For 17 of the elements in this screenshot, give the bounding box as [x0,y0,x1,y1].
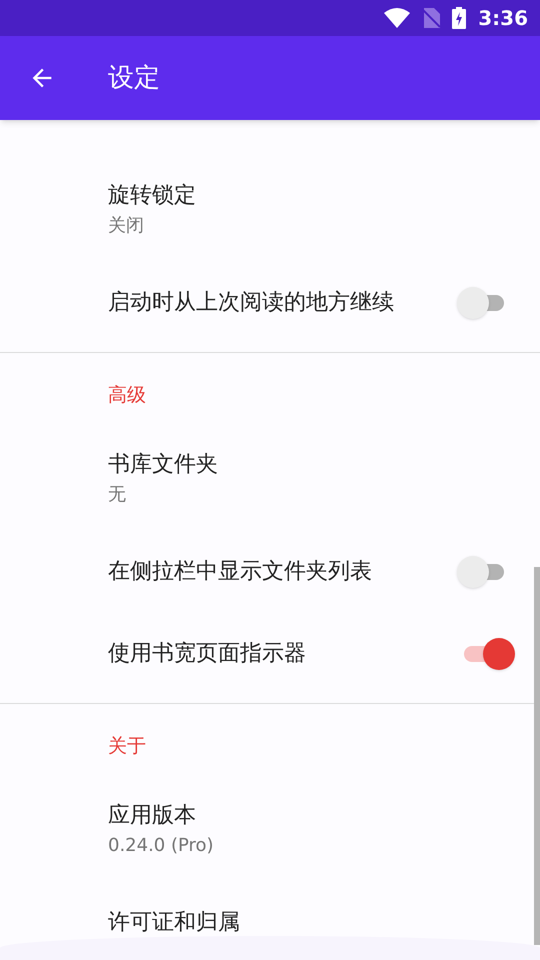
setting-title: 在侧拉栏中显示文件夹列表 [108,558,372,586]
status-time: 3:36 [478,5,528,32]
section-header: 关于 [108,734,146,759]
setting-summary: 关闭 [108,214,145,238]
setting-title: 书库文件夹 [108,451,219,479]
no-sim-icon [422,8,440,28]
setting-title: 应用版本 [108,802,197,830]
setting-summary: 无 [108,483,127,507]
setting-summary: 0.24.0 (Pro) [108,834,215,858]
screen-title: 设定 [108,62,160,94]
setting-title: 启动时从上次阅读的地方继续 [108,289,394,317]
setting-title: 使用书宽页面指示器 [108,640,306,668]
setting-title: 许可证和归属 [108,909,240,937]
wifi-icon [384,8,410,28]
setting-title: 旋转锁定 [108,182,197,210]
section-header: 高级 [108,382,146,408]
battery-charging-icon [452,7,466,29]
